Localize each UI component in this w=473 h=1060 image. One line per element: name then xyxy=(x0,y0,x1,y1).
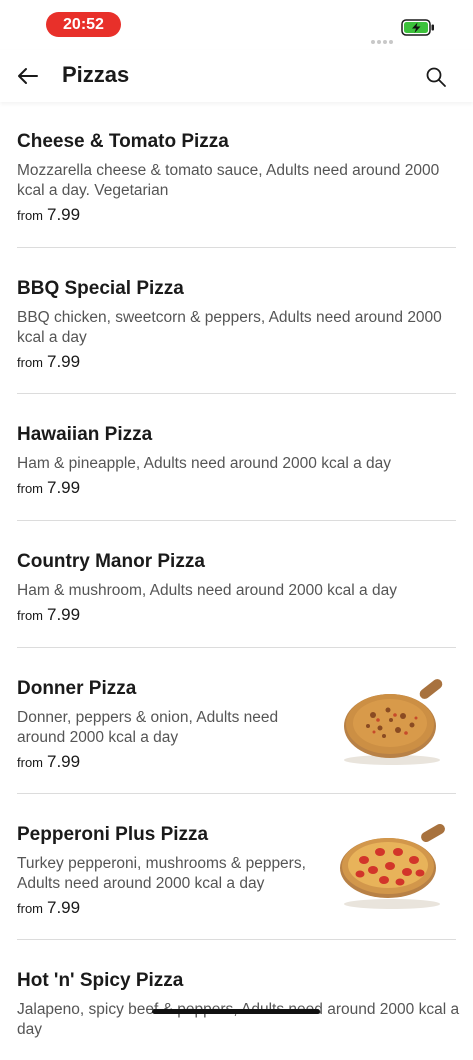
status-bar: 20:52 xyxy=(0,0,473,50)
item-description: Ham & pineapple, Adults need around 2000… xyxy=(17,455,391,472)
item-name: Donner Pizza xyxy=(17,678,137,699)
item-price: 7.99 xyxy=(47,478,81,497)
item-description: Jalapeno, spicy beef & peppers, Adults n… xyxy=(17,1001,460,1038)
home-indicator xyxy=(152,1009,320,1014)
price-prefix: from xyxy=(17,481,43,496)
item-price-row: from 7.99 xyxy=(17,478,80,498)
item-name: Cheese & Tomato Pizza xyxy=(17,131,229,152)
item-price-row: from 7.99 xyxy=(17,605,80,625)
item-price-row: from 7.99 xyxy=(17,205,80,225)
item-price: 7.99 xyxy=(47,352,81,371)
item-name: Hawaiian Pizza xyxy=(17,424,153,445)
search-icon[interactable] xyxy=(425,66,447,88)
item-name: Pepperoni Plus Pizza xyxy=(17,824,209,845)
status-time: 20:52 xyxy=(46,12,121,37)
list-item[interactable]: Cheese & Tomato Pizza Mozzarella cheese … xyxy=(17,102,456,248)
item-price: 7.99 xyxy=(47,205,81,224)
donner-pizza-image xyxy=(344,679,443,765)
item-price-row: from 7.99 xyxy=(17,752,80,772)
price-prefix: from xyxy=(17,901,43,916)
back-arrow-icon[interactable] xyxy=(16,64,40,88)
app-bar: Pizzas xyxy=(0,50,473,102)
item-description: Donner, peppers & onion, Adults need aro… xyxy=(17,709,279,746)
price-prefix: from xyxy=(17,208,43,223)
list-item[interactable]: Donner Pizza Donner, peppers & onion, Ad… xyxy=(17,648,456,794)
price-prefix: from xyxy=(17,608,43,623)
item-description: Ham & mushroom, Adults need around 2000 … xyxy=(17,582,397,599)
pepperoni-pizza-image xyxy=(340,824,445,909)
item-price-row: from 7.99 xyxy=(17,898,80,918)
item-price: 7.99 xyxy=(47,605,81,624)
price-prefix: from xyxy=(17,355,43,370)
price-prefix: from xyxy=(17,755,43,770)
item-description: BBQ chicken, sweetcorn & peppers, Adults… xyxy=(17,309,442,346)
battery-charging-icon xyxy=(401,19,434,36)
item-name: Hot 'n' Spicy Pizza xyxy=(17,970,184,991)
item-price: 7.99 xyxy=(47,898,81,917)
item-description: Mozzarella cheese & tomato sauce, Adults… xyxy=(17,162,440,199)
list-item[interactable]: Pepperoni Plus Pizza Turkey pepperoni, m… xyxy=(17,794,456,940)
list-item[interactable]: Hot 'n' Spicy Pizza Jalapeno, spicy beef… xyxy=(17,940,459,1060)
pizza-list: Cheese & Tomato Pizza Mozzarella cheese … xyxy=(0,102,473,1060)
page-title: Pizzas xyxy=(62,62,130,87)
list-item[interactable]: Hawaiian Pizza Ham & pineapple, Adults n… xyxy=(17,394,456,521)
item-price: 7.99 xyxy=(47,752,81,771)
list-item[interactable]: BBQ Special Pizza BBQ chicken, sweetcorn… xyxy=(17,248,456,394)
item-price-row: from 7.99 xyxy=(17,352,80,372)
item-name: BBQ Special Pizza xyxy=(17,278,184,299)
list-item[interactable]: Country Manor Pizza Ham & mushroom, Adul… xyxy=(17,521,456,648)
item-name: Country Manor Pizza xyxy=(17,551,205,572)
signal-icon xyxy=(371,31,395,44)
item-description: Turkey pepperoni, mushrooms & peppers, A… xyxy=(17,855,306,892)
